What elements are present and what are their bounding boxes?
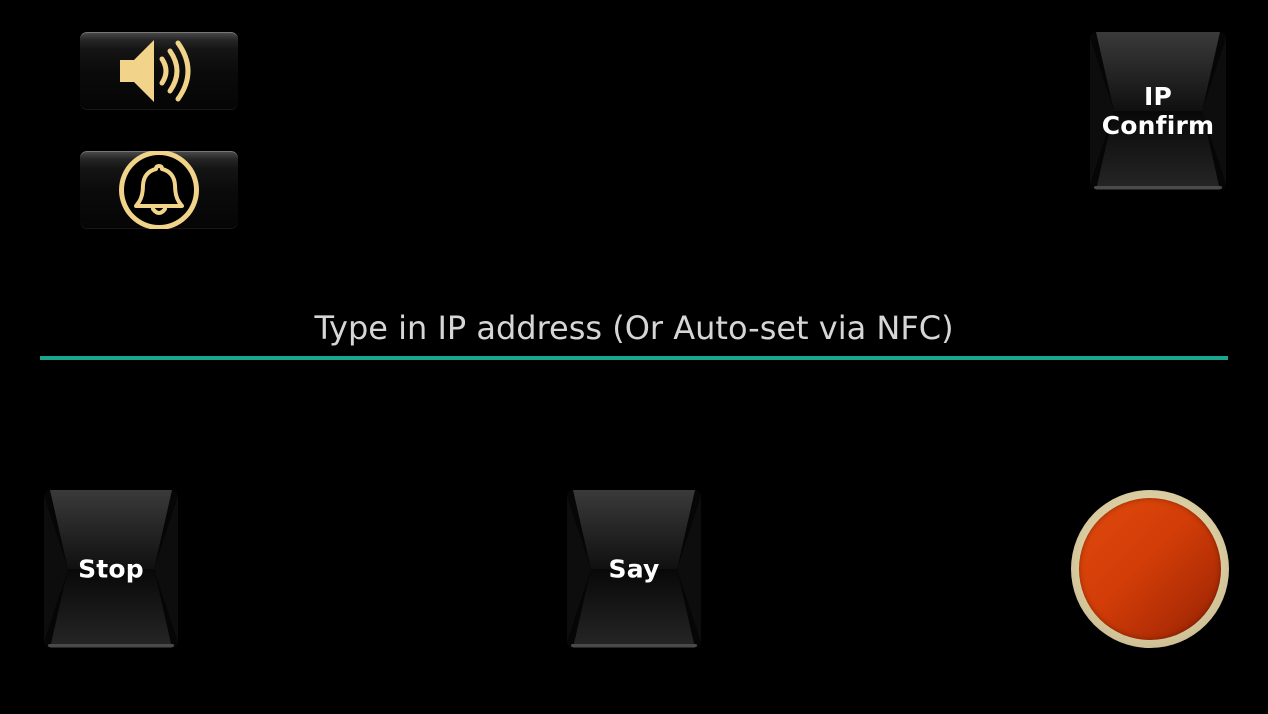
- app-screen: IP Confirm Stop: [0, 0, 1268, 714]
- ip-confirm-button[interactable]: IP Confirm: [1090, 32, 1226, 190]
- bell-button[interactable]: [80, 151, 238, 229]
- ip-address-input[interactable]: [40, 300, 1228, 356]
- speaker-volume-icon: [120, 40, 191, 102]
- record-button[interactable]: [1071, 490, 1229, 648]
- bell-icon: [119, 151, 199, 229]
- say-button[interactable]: Say: [567, 490, 701, 648]
- say-label: Say: [608, 554, 660, 584]
- ip-confirm-label: IP Confirm: [1101, 82, 1215, 140]
- speaker-button[interactable]: [80, 32, 238, 110]
- stop-button[interactable]: Stop: [44, 490, 178, 648]
- record-icon: [1079, 498, 1221, 640]
- ip-address-field: [40, 300, 1228, 362]
- stop-label: Stop: [78, 554, 144, 584]
- ip-input-underline: [40, 356, 1228, 360]
